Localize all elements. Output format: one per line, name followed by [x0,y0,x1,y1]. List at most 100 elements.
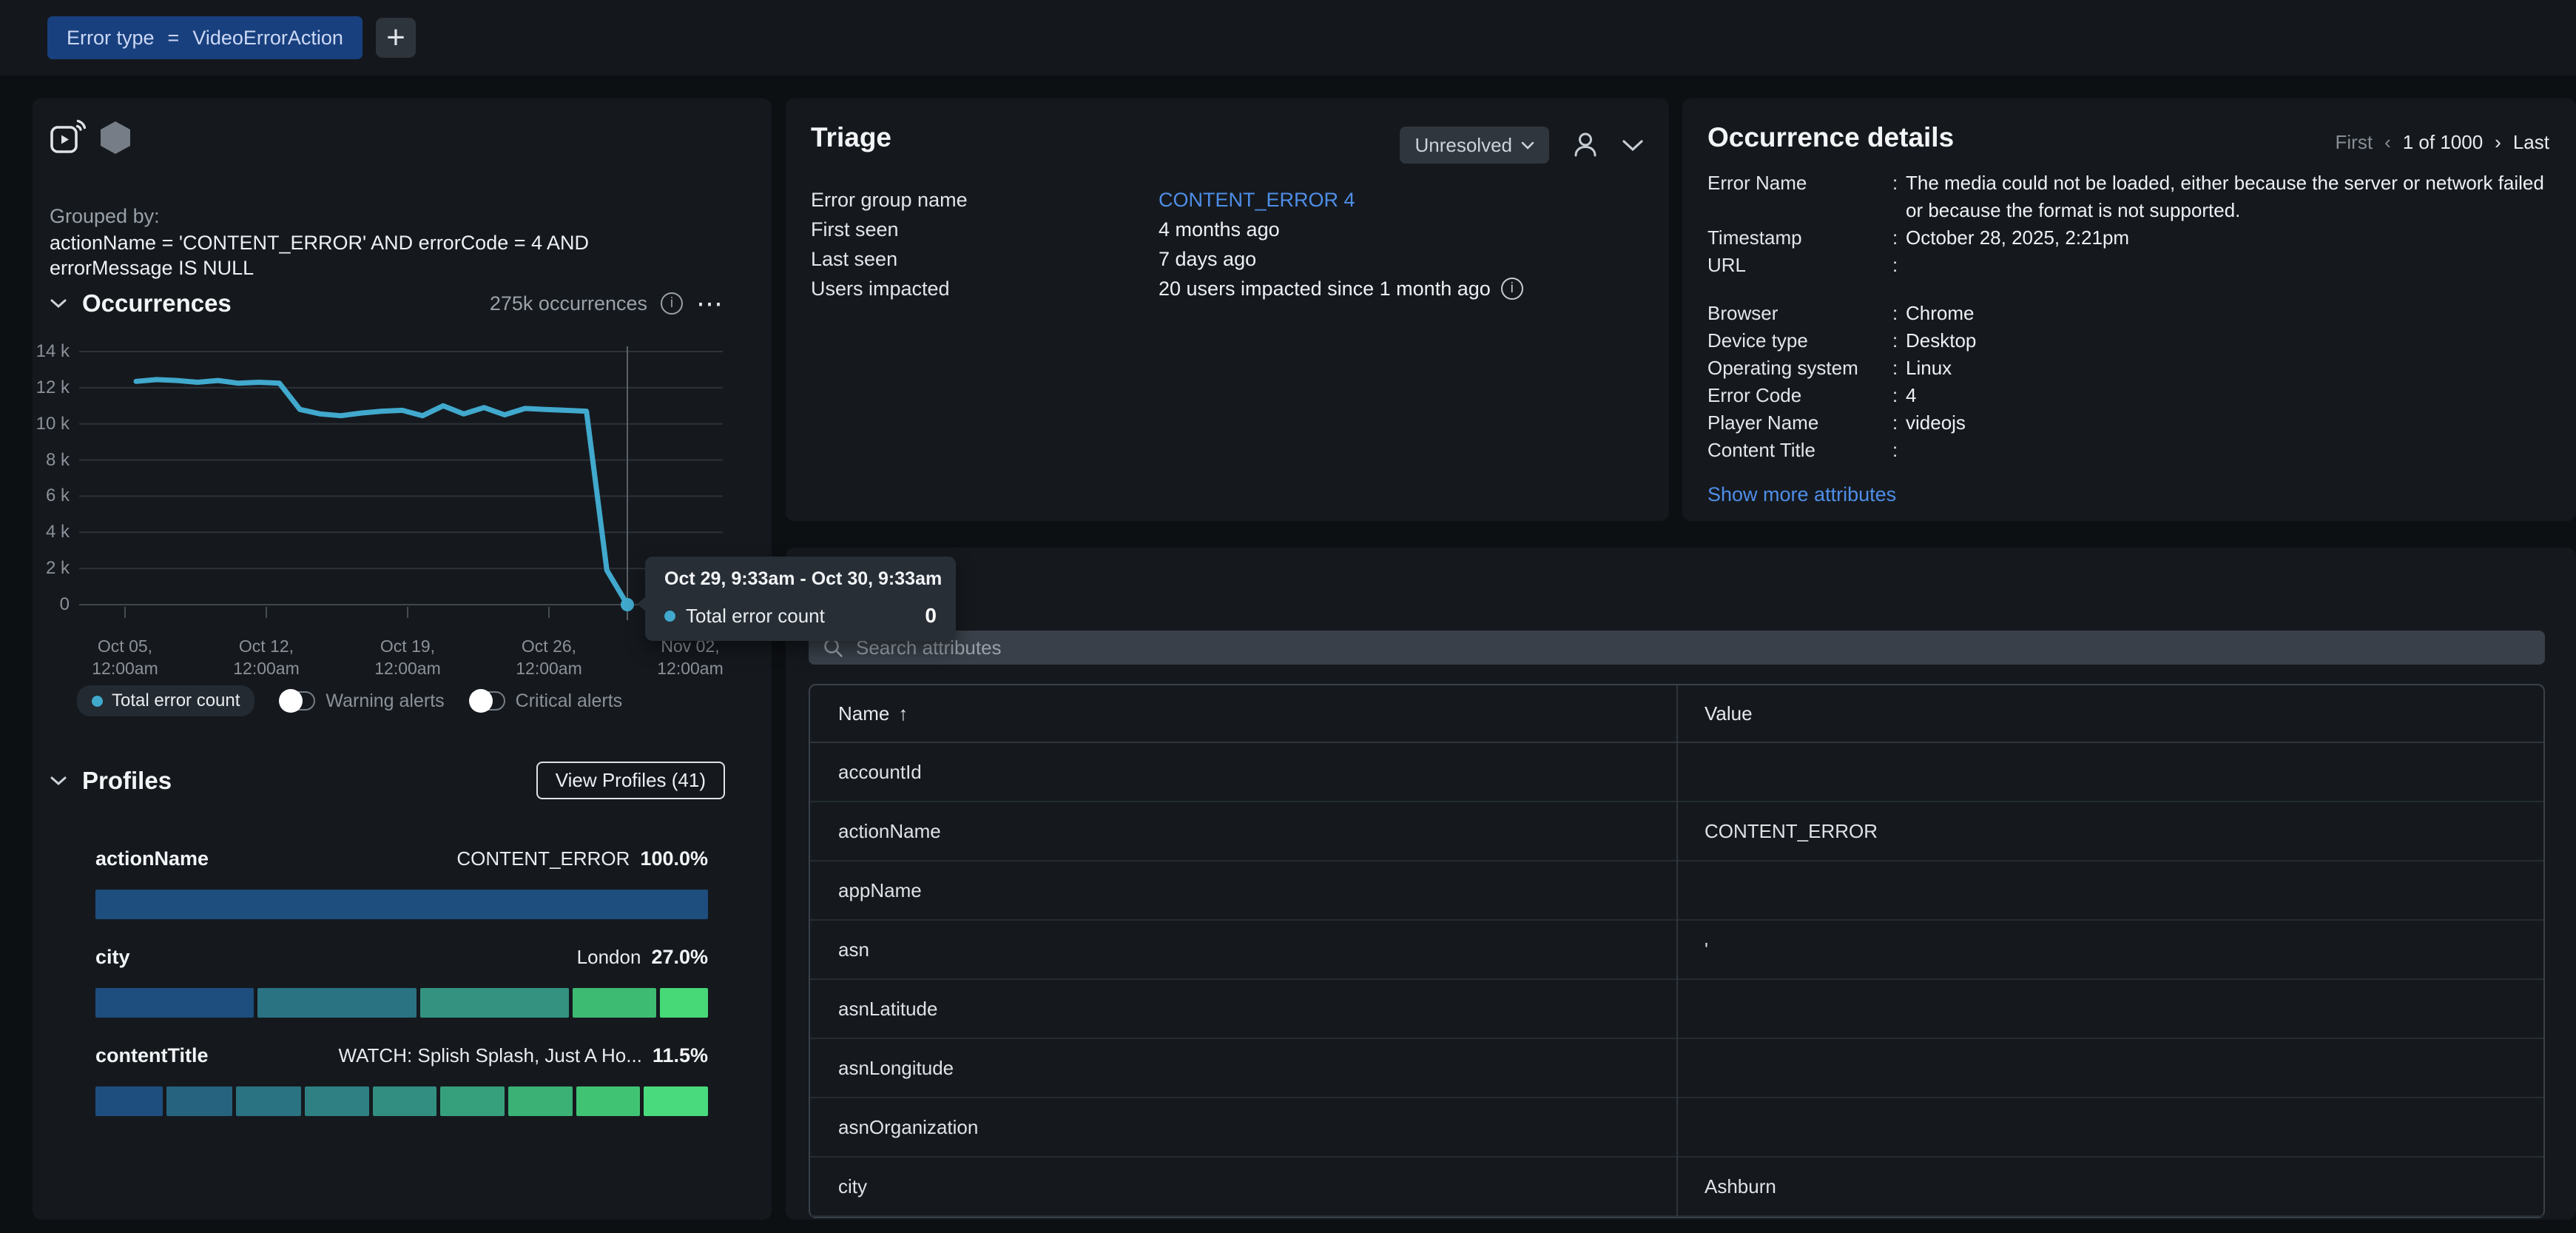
profile-distribution-bar[interactable] [95,1086,708,1116]
detail-label: Browser [1707,300,1892,327]
legend-toggle-critical-alerts[interactable]: Critical alerts [470,691,622,712]
detail-row: Error Name:The media could not be loaded… [1707,169,2551,224]
tooltip-series-dot-icon [664,611,675,622]
attribute-value-cell: ' [1676,938,2543,961]
x-tick-label: Oct 19,12:00am [341,635,474,679]
detail-label: Operating system [1707,355,1892,382]
occurrences-info-icon[interactable]: i [661,292,683,315]
legend-total-error-count[interactable]: Total error count [77,685,254,716]
attribute-name-cell: city [810,1175,1676,1198]
detail-label: Device type [1707,327,1892,355]
occurrence-details-title: Occurrence details [1707,122,1954,153]
detail-value: videojs [1906,409,2551,437]
grouped-by-label: Grouped by: [50,205,160,228]
detail-value [1906,437,2551,464]
view-profiles-button[interactable]: View Profiles (41) [536,762,725,799]
pagination-last[interactable]: Last [2513,131,2549,154]
triage-row-label: Last seen [811,248,1159,271]
profile-bar-segment[interactable] [257,988,416,1018]
detail-value: Desktop [1906,327,2551,355]
pagination-prev-icon[interactable]: ‹ [2384,131,2391,154]
show-more-attributes-link[interactable]: Show more attributes [1707,483,2551,506]
x-tick-label: Nov 02,12:00am [624,635,757,679]
x-tick-label: Oct 12,12:00am [200,635,333,679]
detail-value: Chrome [1906,300,2551,327]
detail-row: Browser:Chrome [1707,300,2551,327]
detail-value: The media could not be loaded, either be… [1906,169,2551,224]
x-tick-label: Oct 26,12:00am [482,635,616,679]
legend-toggle-warning-alerts[interactable]: Warning alerts [280,691,444,712]
users-impacted-info-icon[interactable]: i [1501,278,1523,300]
collapse-panel-chevron-icon[interactable] [1622,139,1644,152]
detail-label: Error Code [1707,382,1892,409]
assignee-icon[interactable] [1570,130,1601,161]
column-divider [1676,685,1678,1217]
column-header-name[interactable]: Name ↑ [810,702,1676,725]
profile-bar-segment[interactable] [236,1086,301,1116]
detail-row: Timestamp:October 28, 2025, 2:21pm [1707,224,2551,252]
profile-distribution-bar[interactable] [95,890,708,919]
occurrences-summary: 275k occurrences [490,292,647,315]
profile-bar-segment[interactable] [508,1086,573,1116]
profile-bar-segment[interactable] [420,988,569,1018]
profile-bar-segment[interactable] [576,1086,641,1116]
profile-bar-segment[interactable] [95,1086,163,1116]
profile-group: cityLondon27.0% [95,946,708,1020]
occurrences-collapse-chevron-icon[interactable] [50,298,67,309]
detail-label: URL [1707,252,1892,279]
profile-bar-segment[interactable] [166,1086,232,1116]
profiles-title: Profiles [82,767,172,795]
detail-label: Player Name [1707,409,1892,437]
profile-bar-segment[interactable] [573,988,656,1018]
profile-bar-segment[interactable] [95,988,254,1018]
filter-chip[interactable]: Error type=VideoErrorAction [47,16,363,59]
error-group-link[interactable]: CONTENT_ERROR 4 [1159,189,1355,212]
triage-row: Last seen7 days ago [811,244,1644,274]
status-label: Unresolved [1415,134,1512,157]
profile-distribution-bar[interactable] [95,988,708,1018]
profile-bar-segment[interactable] [373,1086,437,1116]
y-tick-label: 10 k [33,413,70,435]
filter-operator: = [168,27,180,50]
toggle-switch-icon[interactable] [280,691,315,710]
profile-attribute-name: actionName [95,847,209,870]
profile-group: actionNameCONTENT_ERROR100.0% [95,847,708,921]
status-dropdown[interactable]: Unresolved [1400,127,1549,164]
detail-value: Linux [1906,355,2551,382]
detail-row: Content Title: [1707,437,2551,464]
profiles-collapse-chevron-icon[interactable] [50,776,67,786]
pagination-next-icon[interactable]: › [2495,131,2501,154]
grouped-by-expression: actionName = 'CONTENT_ERROR' AND errorCo… [50,230,656,280]
profile-bar-segment[interactable] [95,890,708,919]
profile-bar-segment[interactable] [660,988,708,1018]
profile-bar-segment[interactable] [644,1086,708,1116]
y-tick-label: 2 k [33,557,70,579]
attribute-value-cell: Ashburn [1676,1175,2543,1198]
toggle-label: Critical alerts [516,691,622,712]
detail-row: Device type:Desktop [1707,327,2551,355]
triage-row: First seen4 months ago [811,215,1644,244]
column-header-value[interactable]: Value [1676,702,2543,725]
triage-row-value: 7 days ago [1159,248,1256,271]
pagination-first[interactable]: First [2336,131,2373,154]
series-dot-icon [92,696,103,707]
toggle-switch-icon[interactable] [470,691,505,710]
occurrences-title: Occurrences [82,289,232,318]
add-filter-button[interactable]: + [376,18,416,58]
y-tick-label: 12 k [33,377,70,399]
profile-bar-segment[interactable] [305,1086,369,1116]
occurrences-menu-icon[interactable]: ⋯ [696,288,725,319]
attribute-name-cell: asnLatitude [810,998,1676,1021]
y-tick-label: 0 [33,594,70,616]
search-attributes-input[interactable] [854,636,2532,660]
triage-row-value: 4 months ago [1159,218,1280,241]
video-error-icon[interactable] [49,119,86,156]
detail-row: Error Code:4 [1707,382,2551,409]
search-attributes-bar[interactable] [809,631,2545,665]
occurrence-details-panel: Occurrence details First ‹ 1 of 1000 › L… [1682,98,2576,521]
triage-row-label: Users impacted [811,278,1159,300]
triage-row-label: First seen [811,218,1159,241]
filter-chips: Error type=VideoErrorAction [47,16,363,59]
profile-top-percent: 27.0% [651,946,708,969]
profile-bar-segment[interactable] [440,1086,505,1116]
